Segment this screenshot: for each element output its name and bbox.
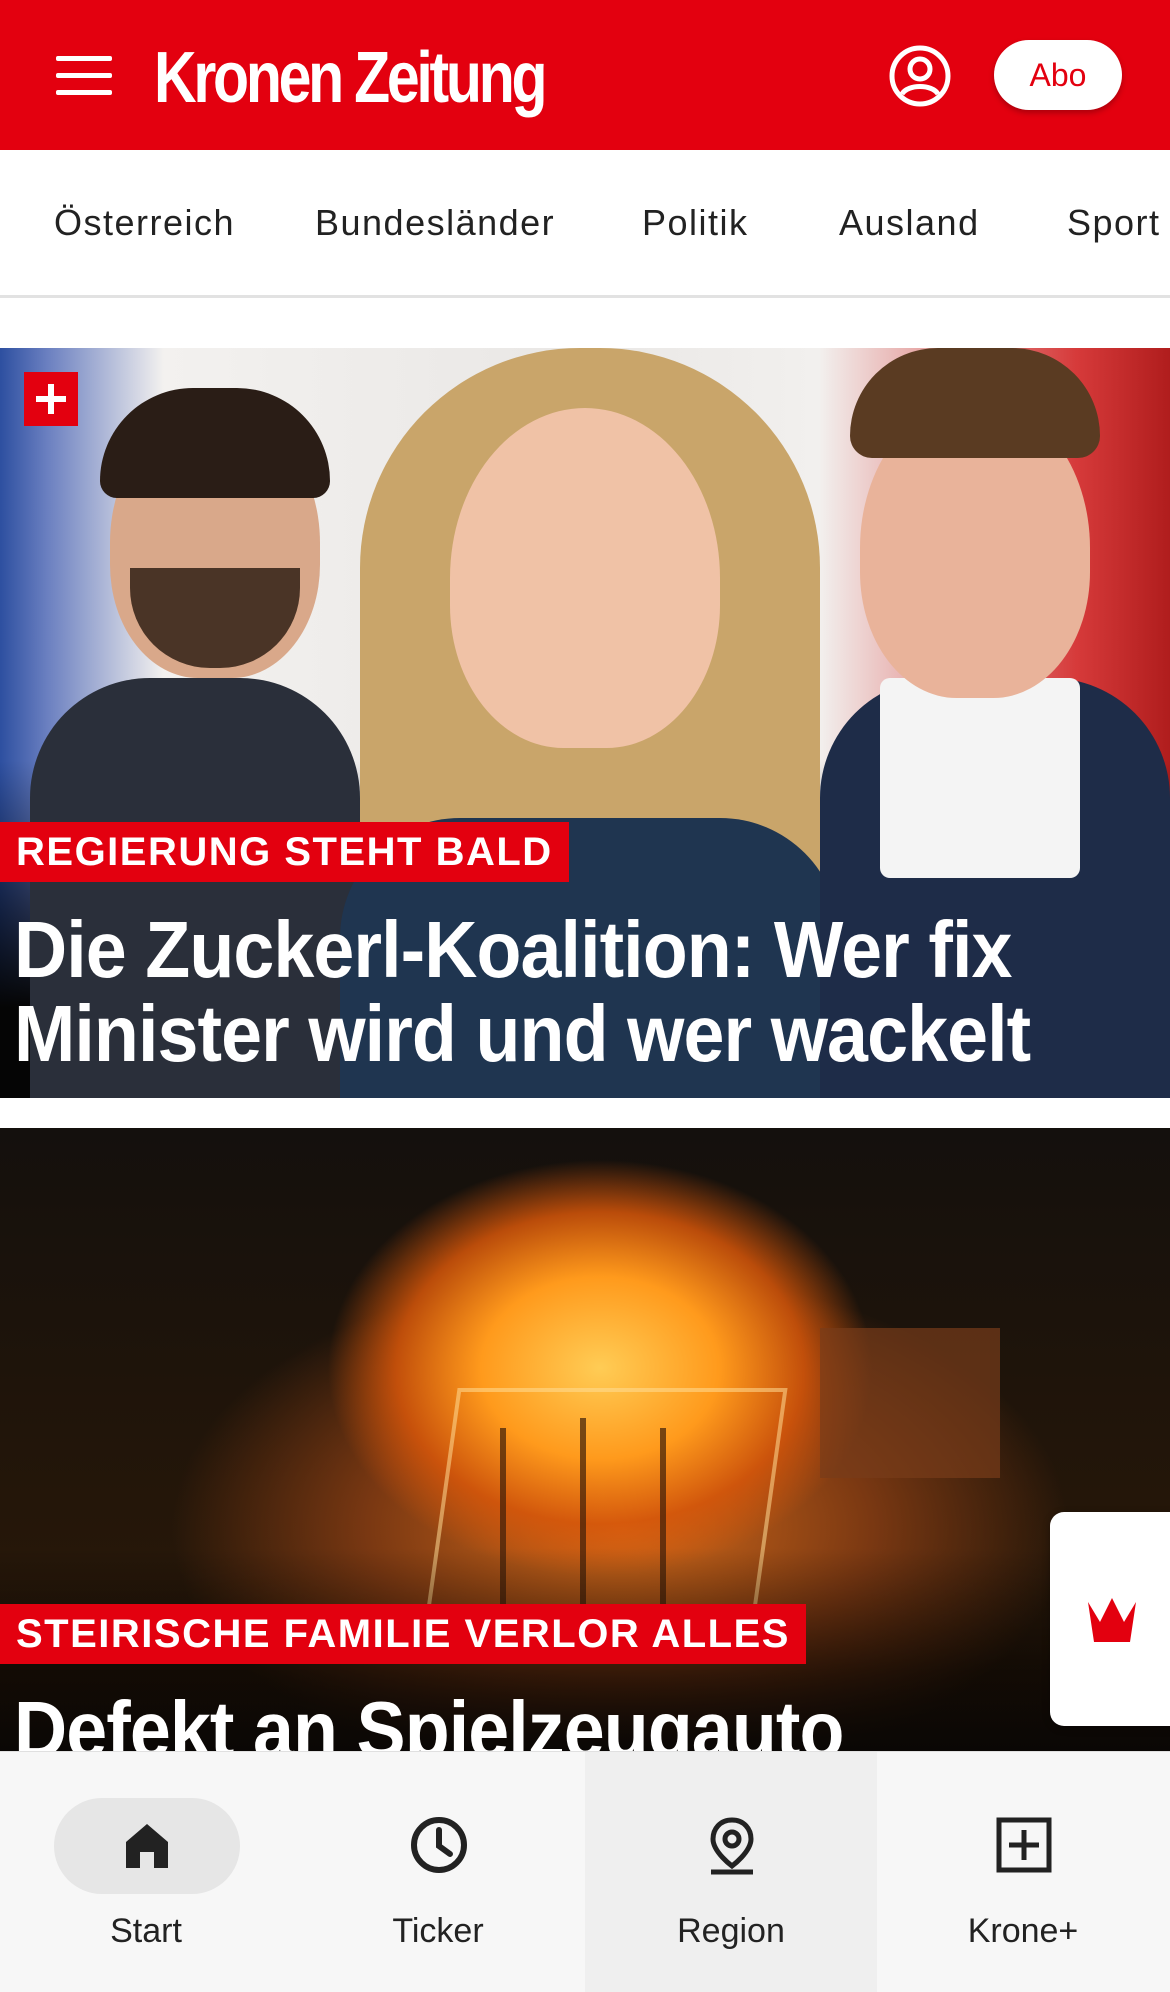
bottom-nav-region[interactable]: Region xyxy=(585,1752,877,1992)
plus-badge-icon xyxy=(24,372,78,426)
headline-line: Die Zuckerl-Koalition: Wer fix xyxy=(14,905,1012,994)
user-account-icon[interactable] xyxy=(888,44,952,108)
nav-item-bundeslaender[interactable]: Bundesländer xyxy=(315,202,555,244)
subscribe-button[interactable]: Abo xyxy=(994,40,1122,110)
bottom-nav-label: Region xyxy=(677,1912,785,1950)
article-headline[interactable]: Die Zuckerl-Koalition: Wer fix Minister … xyxy=(14,908,1136,1076)
headline-line: Minister wird und wer wackelt xyxy=(14,989,1031,1078)
bottom-navigation: Start Ticker Region Krone+ xyxy=(0,1751,1170,1992)
article-headline[interactable]: Defekt an Spielzeugauto xyxy=(14,1688,1136,1752)
nav-item-politik[interactable]: Politik xyxy=(642,202,749,244)
brand-logo[interactable]: Kronen Zeitung xyxy=(154,36,548,120)
bottom-nav-start[interactable]: Start xyxy=(0,1752,292,1992)
app-header: Kronen Zeitung Abo xyxy=(0,0,1170,150)
nav-item-ausland[interactable]: Ausland xyxy=(839,202,980,244)
crown-icon xyxy=(1088,1598,1136,1642)
bottom-nav-ticker[interactable]: Ticker xyxy=(292,1752,584,1992)
article-card[interactable]: REGIERUNG STEHT BALD Die Zuckerl-Koaliti… xyxy=(0,348,1170,1098)
bottom-nav-kroneplus[interactable]: Krone+ xyxy=(877,1752,1169,1992)
nav-item-oesterreich[interactable]: Österreich xyxy=(54,202,235,244)
category-nav: Österreich Bundesländer Politik Ausland … xyxy=(0,150,1170,298)
plus-box-icon xyxy=(996,1817,1052,1873)
clock-icon xyxy=(411,1817,467,1873)
page: Kronen Zeitung Abo Österreich Bundesländ… xyxy=(0,0,1170,1992)
menu-icon[interactable] xyxy=(56,56,112,96)
nav-item-sport[interactable]: Sport xyxy=(1067,202,1161,244)
bottom-nav-label: Krone+ xyxy=(967,1912,1079,1950)
home-icon xyxy=(126,1824,168,1868)
bottom-nav-label: Ticker xyxy=(392,1912,484,1950)
article-kicker: STEIRISCHE FAMILIE VERLOR ALLES xyxy=(0,1604,806,1664)
bottom-nav-label: Start xyxy=(110,1912,182,1950)
location-pin-icon xyxy=(710,1817,754,1875)
article-card[interactable]: STEIRISCHE FAMILIE VERLOR ALLES Defekt a… xyxy=(0,1128,1170,1751)
article-kicker: REGIERUNG STEHT BALD xyxy=(0,822,569,882)
krone-floating-widget[interactable] xyxy=(1050,1512,1170,1726)
